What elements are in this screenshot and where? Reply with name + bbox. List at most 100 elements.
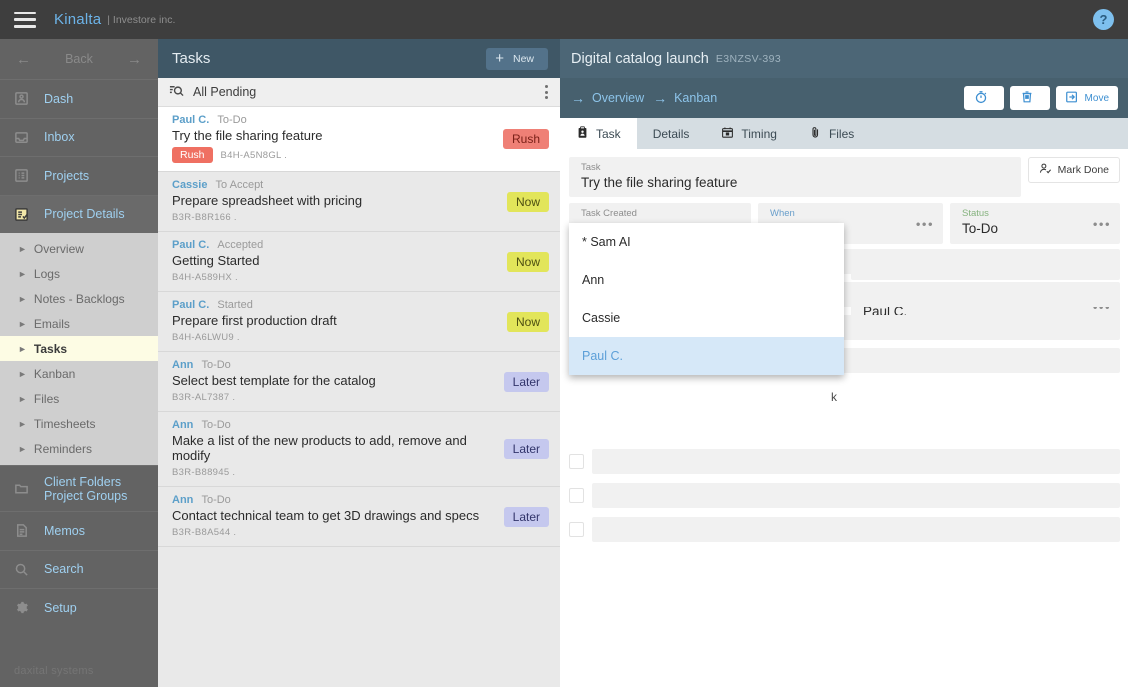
task-status: To-Do xyxy=(201,494,231,506)
breadcrumb-item-kanban[interactable]: → Kanban xyxy=(653,90,717,106)
sidebar-item-setup[interactable]: Setup xyxy=(0,588,158,627)
task-title: Contact technical team to get 3D drawing… xyxy=(172,508,480,523)
task-name-field[interactable]: Task Try the file sharing feature xyxy=(569,157,1021,197)
task-chip: Rush xyxy=(172,147,213,163)
arrow-right-icon: → xyxy=(653,90,668,106)
sidebar-item-client-folders[interactable]: Client Folders Project Groups xyxy=(0,465,158,511)
dropdown-option[interactable]: Ann xyxy=(569,261,844,299)
dropdown-option[interactable]: Cassie xyxy=(569,299,844,337)
brand-name: Kinalta xyxy=(54,11,102,28)
arrow-right-icon[interactable]: → xyxy=(127,51,142,68)
task-assignee: Ann xyxy=(172,419,194,431)
task-row[interactable]: Cassie To Accept Prepare spreadsheet wit… xyxy=(158,172,560,232)
hamburger-icon[interactable] xyxy=(14,11,36,28)
when-menu-icon[interactable]: ••• xyxy=(916,216,934,231)
task-row[interactable]: Ann To-Do Select best template for the c… xyxy=(158,352,560,412)
task-row[interactable]: Paul C. To-Do Try the file sharing featu… xyxy=(158,107,560,172)
sidebar-item-label: Memos xyxy=(44,523,85,538)
task-meta: Ann To-Do xyxy=(172,419,548,431)
task-filter-menu-icon[interactable] xyxy=(545,85,548,99)
dropdown-option-selected[interactable]: Paul C. xyxy=(569,337,844,375)
tab-label: Details xyxy=(652,126,690,141)
sidebar-subitem-label: Emails xyxy=(33,316,70,331)
task-meta: Cassie To Accept xyxy=(172,179,548,191)
checklist-item[interactable] xyxy=(569,449,1120,474)
detail-tabs: Task Details Timing Files xyxy=(560,118,1128,149)
status-menu-icon[interactable]: ••• xyxy=(1093,216,1111,231)
tab-files[interactable]: Files xyxy=(793,118,870,149)
task-id: B3R-AL7387 . xyxy=(172,392,236,403)
sidebar-item-logs[interactable]: ► Logs xyxy=(0,261,158,286)
task-title: Prepare first production draft xyxy=(172,313,337,328)
sidebar-item-tasks[interactable]: ► Tasks xyxy=(0,336,158,361)
task-row[interactable]: Ann To-Do Contact technical team to get … xyxy=(158,487,560,547)
checklist-item-field[interactable] xyxy=(592,517,1120,542)
tab-task[interactable]: Task xyxy=(560,118,637,149)
mark-done-button[interactable]: Mark Done xyxy=(1027,157,1120,183)
task-name-label: Task xyxy=(581,162,601,173)
task-meta: Paul C. Accepted xyxy=(172,239,548,251)
sidebar-item-reminders[interactable]: ► Reminders xyxy=(0,436,158,461)
breadcrumb-item-overview[interactable]: → Overview xyxy=(571,90,644,106)
sidebar-item-overview[interactable]: ► Overview xyxy=(0,236,158,261)
move-icon xyxy=(1065,90,1079,107)
breadcrumb-label: Overview xyxy=(592,91,645,105)
sidebar-item-inbox[interactable]: Inbox xyxy=(0,117,158,157)
checkbox-icon[interactable] xyxy=(569,522,584,537)
task-name-value: Try the file sharing feature xyxy=(581,175,738,190)
tab-label: Task xyxy=(596,126,621,141)
move-button[interactable]: Move xyxy=(1055,86,1118,110)
checklist-item[interactable] xyxy=(569,483,1120,508)
checklist-item-field[interactable] xyxy=(592,483,1120,508)
task-footer: B3R-B8A544 . xyxy=(172,527,548,538)
task-id: B4H-A6LWU9 . xyxy=(172,332,240,343)
task-filter-bar: All Pending xyxy=(158,78,560,107)
bullet-icon: ► xyxy=(18,318,27,329)
sidebar-footer-brand: daxital systems xyxy=(14,665,94,677)
sidebar-item-dash[interactable]: Dash xyxy=(0,79,158,118)
sidebar-item-memos[interactable]: Memos xyxy=(0,511,158,550)
sidebar-item-label-group: Client Folders Project Groups xyxy=(44,475,127,503)
sidebar-item-kanban[interactable]: ► Kanban xyxy=(0,361,158,386)
task-row[interactable]: Paul C. Started Prepare first production… xyxy=(158,292,560,352)
bullet-icon: ► xyxy=(18,368,27,379)
task-name-row: Task Try the file sharing feature Mark D… xyxy=(560,149,1128,197)
bullet-icon: ► xyxy=(18,393,27,404)
sidebar-item-label2: Project Groups xyxy=(44,488,128,503)
task-row[interactable]: Paul C. Accepted Getting Started B4H-A58… xyxy=(158,232,560,292)
task-status: To-Do xyxy=(201,359,231,371)
checkbox-icon[interactable] xyxy=(569,488,584,503)
person-check-icon xyxy=(1039,162,1052,178)
task-title: Try the file sharing feature xyxy=(172,128,323,143)
checkbox-icon[interactable] xyxy=(569,454,584,469)
sidebar-item-search[interactable]: Search xyxy=(0,549,158,589)
sidebar-item-project-details[interactable]: Project Details xyxy=(0,194,158,233)
paperclip-icon xyxy=(809,126,822,142)
task-list-header: Tasks + New xyxy=(158,39,560,78)
tab-details[interactable]: Details xyxy=(637,118,706,149)
sidebar-item-timesheets[interactable]: ► Timesheets xyxy=(0,411,158,436)
back-button[interactable]: ← Back → xyxy=(0,39,158,79)
sidebar-item-emails[interactable]: ► Emails xyxy=(0,311,158,336)
assigned-dropdown[interactable]: * Sam AI Ann Cassie Paul C. xyxy=(569,223,844,375)
tab-timing[interactable]: Timing xyxy=(705,118,793,149)
timer-button[interactable] xyxy=(963,86,1004,110)
checklist-rows xyxy=(569,449,1120,551)
task-footer: B4H-A589HX . xyxy=(172,272,548,283)
dropdown-option[interactable]: * Sam AI xyxy=(569,223,844,261)
help-icon[interactable]: ? xyxy=(1093,9,1114,30)
breadcrumb-bar: → Overview → Kanban Move xyxy=(560,78,1128,118)
task-row[interactable]: Ann To-Do Make a list of the new product… xyxy=(158,412,560,487)
filter-search-icon[interactable] xyxy=(169,83,184,101)
checklist-item[interactable] xyxy=(569,517,1120,542)
sidebar-item-files[interactable]: ► Files xyxy=(0,386,158,411)
sidebar-item-label: Project Details xyxy=(44,207,125,222)
sidebar-subitem-label: Logs xyxy=(33,266,60,281)
tab-label: Timing xyxy=(741,126,777,141)
checklist-item-field[interactable] xyxy=(592,449,1120,474)
sidebar-item-notes-backlogs[interactable]: ► Notes - Backlogs xyxy=(0,286,158,311)
new-task-button[interactable]: + New xyxy=(486,47,548,70)
delete-button[interactable] xyxy=(1009,86,1050,110)
sidebar-item-projects[interactable]: Projects xyxy=(0,156,158,195)
status-field[interactable]: Status To-Do ••• xyxy=(950,203,1120,244)
